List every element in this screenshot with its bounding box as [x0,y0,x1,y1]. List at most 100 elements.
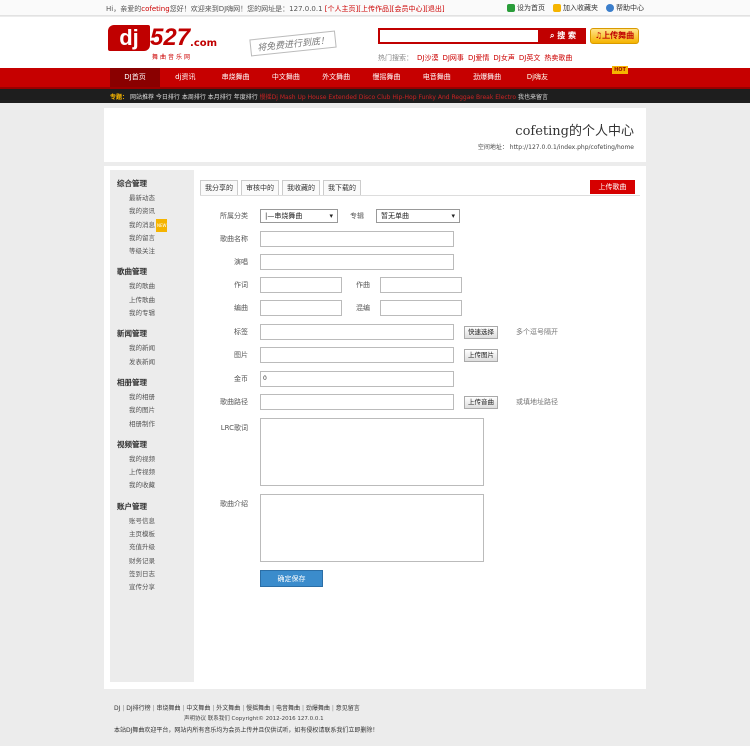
hot-word[interactable]: DJ爱情 [468,53,489,63]
footer-link[interactable]: DJ排行榜 [122,705,150,712]
hot-word[interactable]: DJ女声 [493,53,514,63]
hot-badge: HOT [612,66,628,74]
sidebar: 综合管理 最新动态 我的资讯 我的消息 NEW 我的留言 等级关注 歌曲管理 我的… [110,170,194,682]
nav-item-energetic[interactable]: 劲爆舞曲 [462,68,512,87]
sidebar-item-my-articles[interactable]: 我的新闻 [117,342,194,355]
footer-link[interactable]: 外文舞曲 [212,705,240,712]
upload-dance-button[interactable]: ♫上传舞曲 [590,28,639,44]
subnav-item[interactable]: 年度排行 [234,94,258,101]
sidebar-item-latest[interactable]: 最新动态 [117,192,194,205]
upload-audio-button[interactable]: 上传音曲 [464,395,498,409]
sidebar-item-guestbook[interactable]: 我的留言 [117,232,194,245]
help-center-link[interactable]: 帮助中心 [606,3,644,13]
site-logo[interactable]: dj 527 .com 舞曲音乐网 [108,24,217,61]
save-button[interactable]: 确定保存 [260,570,323,587]
nav-item-slow[interactable]: 慢摇舞曲 [361,68,411,87]
subnav-styles[interactable]: 慢摇Dj Mash Up House Extended Disco Club H… [260,94,516,101]
category-select[interactable]: |—串烧舞曲 ▾ [260,209,338,223]
upload-works-link[interactable]: [上传作品] [358,5,391,13]
set-homepage-link[interactable]: 设为首页 [507,3,545,13]
hot-word[interactable]: DJ沙漠 [417,53,438,63]
site-header: dj 527 .com 舞曲音乐网 将免费进行到底！ ⌕ 搜 索 ♫上传舞曲 热… [0,17,750,68]
lrc-textarea[interactable] [260,418,484,486]
space-url: 空间地址： http://127.0.0.1/index.php/cofetin… [477,144,634,151]
sub-nav: 专题： 网站推荐 今日排行 本周排行 本月排行 年度排行 慢摇Dj Mash U… [0,89,750,103]
welcome-message: 您好！欢迎来到DJ嗨网！您的网址是：127.0.0.1 [169,5,323,13]
footer-link[interactable]: 串烧舞曲 [153,705,181,712]
mixer-input[interactable] [380,300,462,316]
tags-input[interactable] [260,324,454,340]
tab-reviewing[interactable]: 审核中的 [241,180,279,195]
lyricist-input[interactable] [260,277,342,293]
sidebar-item-follow[interactable]: 等级关注 [117,245,194,258]
upload-image-button[interactable]: 上传图片 [464,348,498,362]
sidebar-item-my-songs[interactable]: 我的歌曲 [117,280,194,293]
hot-word[interactable]: DJ英文 [519,53,540,63]
nav-item-chinese[interactable]: 中文舞曲 [261,68,311,87]
arranger-input[interactable] [260,300,342,316]
coins-input[interactable]: 0 [260,371,454,387]
upload-song-button[interactable]: 上传歌曲 [590,180,635,194]
sidebar-item-my-news[interactable]: 我的资讯 [117,205,194,218]
personal-home-link[interactable]: [个人主页] [325,5,358,13]
quick-select-button[interactable]: 快速选择 [464,325,498,339]
nav-item-news[interactable]: dj资讯 [160,68,210,87]
footer-link[interactable]: 慢摇舞曲 [242,705,270,712]
tab-downloads[interactable]: 我下载的 [323,180,361,195]
nav-item-foreign[interactable]: 外文舞曲 [311,68,361,87]
nav-item-medley[interactable]: 串烧舞曲 [211,68,261,87]
sidebar-item-my-images[interactable]: 我的图片 [117,404,194,417]
coins-label: 金币 [234,375,248,383]
sidebar-item-my-videos[interactable]: 我的视频 [117,453,194,466]
nav-item-electro[interactable]: 电音舞曲 [412,68,462,87]
category-label: 所属分类 [220,212,248,220]
subnav-item[interactable]: 本周排行 [182,94,206,101]
sidebar-item-my-albums[interactable]: 我的专辑 [117,307,194,320]
logout-link[interactable]: [退出] [425,5,444,13]
image-input[interactable] [260,347,454,363]
space-url-link[interactable]: http://127.0.0.1/index.php/cofeting/home [510,144,634,151]
composer-input[interactable] [380,277,462,293]
logo-number: 527 [150,24,191,51]
composer-label: 作曲 [356,281,370,289]
sidebar-item-account-info[interactable]: 账号信息 [117,515,194,528]
hot-word[interactable]: DJ网事 [442,53,463,63]
subnav-item[interactable]: 本月排行 [208,94,232,101]
search-button[interactable]: ⌕ 搜 索 [540,28,586,44]
lrc-row: LRC歌词 [204,418,484,486]
subnav-item[interactable]: 网站推荐 [130,94,154,101]
singer-input[interactable] [260,254,454,270]
hot-word[interactable]: 热卖歌曲 [544,53,572,63]
sidebar-item-recharge[interactable]: 充值升级 [117,541,194,554]
sidebar-item-upload-video[interactable]: 上传视频 [117,466,194,479]
member-center-link[interactable]: [会员中心] [392,5,425,13]
sidebar-item-my-photos[interactable]: 我的相册 [117,391,194,404]
sidebar-item-publish-news[interactable]: 发表新闻 [117,356,194,369]
sidebar-item-share[interactable]: 宣传分享 [117,581,194,594]
nav-item-home[interactable]: DJ首页 [110,68,160,87]
sidebar-item-album-create[interactable]: 相册制作 [117,418,194,431]
footer-link[interactable]: DJ [114,705,120,712]
sidebar-item-favorites[interactable]: 我的收藏 [117,479,194,492]
subnav-item[interactable]: 今日排行 [156,94,180,101]
path-input[interactable] [260,394,454,410]
search-input[interactable] [378,28,540,44]
footer-link[interactable]: 意见留言 [332,705,360,712]
sidebar-item-checkin[interactable]: 签到日志 [117,568,194,581]
footer-link[interactable]: 电音舞曲 [272,705,300,712]
nav-item-friends[interactable]: Dj嗨友 [512,68,562,87]
footer-link[interactable]: 劲爆舞曲 [302,705,330,712]
add-favorite-link[interactable]: 加入收藏夹 [553,3,598,13]
subnav-message-link[interactable]: 我也来留言 [518,94,548,101]
sidebar-item-messages[interactable]: 我的消息 NEW [117,218,194,232]
tab-favorites[interactable]: 我收藏的 [282,180,320,195]
username-link[interactable]: cofeting [141,5,169,13]
sidebar-item-upload-song[interactable]: 上传歌曲 [117,294,194,307]
footer-link[interactable]: 中文舞曲 [182,705,210,712]
song-name-input[interactable] [260,231,454,247]
intro-textarea[interactable] [260,494,484,562]
sidebar-item-finance[interactable]: 财务记录 [117,555,194,568]
tab-shared[interactable]: 我分享的 [200,180,238,195]
album-select[interactable]: 暂无单曲 ▾ [376,209,460,223]
sidebar-item-template[interactable]: 主页模板 [117,528,194,541]
